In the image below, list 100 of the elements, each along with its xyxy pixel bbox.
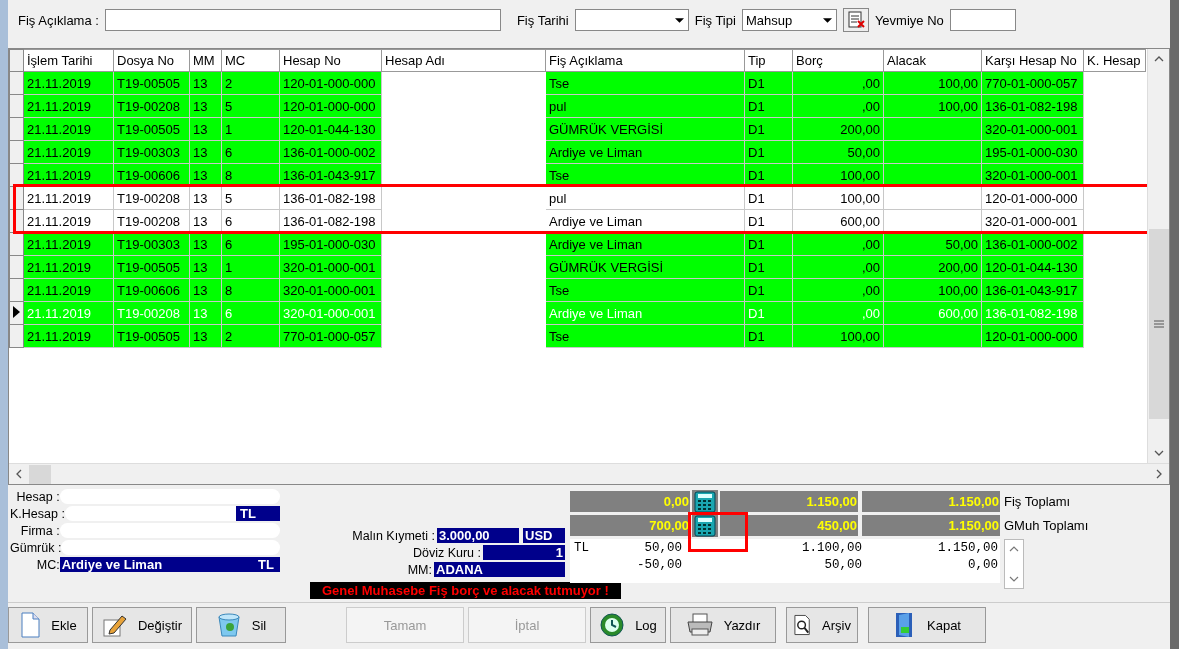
table-row[interactable]: 21.11.2019 T19-00505 13 1 320-01-000-001 GÜMRÜK VERGİSİ D1 ,00 200,00 120-01-044-130	[9, 255, 1146, 279]
currency-code: TL	[574, 540, 589, 555]
field-label: MM:	[407, 562, 432, 577]
grip-icon[interactable]	[1153, 320, 1164, 328]
horizontal-scrollbar[interactable]	[9, 463, 1169, 484]
action-button[interactable]: Kapat	[868, 607, 986, 643]
column-header[interactable]: Dosya No	[113, 49, 190, 72]
total-value: 1.150,00	[862, 491, 1000, 512]
scroll-left-icon[interactable]	[16, 469, 22, 479]
scroll-up-icon[interactable]	[1153, 56, 1164, 62]
table-cell: 320-01-000-001	[985, 121, 1078, 137]
table-cell: ,00	[861, 305, 880, 321]
table-cell: D1	[748, 259, 765, 275]
table-cell: 320-01-000-001	[985, 213, 1078, 229]
total-value: 1.150,00	[862, 515, 1000, 536]
calculator-icon[interactable]	[692, 514, 718, 537]
column-header[interactable]: Fiş Açıklama	[545, 49, 745, 72]
column-header[interactable]: Alacak	[883, 49, 982, 72]
column-header[interactable]: Tip	[744, 49, 793, 72]
balance-value: 0,00	[967, 557, 998, 572]
table-cell: 100,00	[938, 282, 978, 298]
column-header[interactable]: K. Hesap	[1083, 49, 1146, 72]
action-button[interactable]: Sil	[196, 607, 286, 643]
table-cell: 5	[225, 190, 233, 206]
table-cell: 13	[193, 305, 208, 321]
total-label: Fiş Toplamı	[1004, 494, 1071, 509]
table-cell: 320-01-000-001	[985, 167, 1078, 183]
value-field: 3.000,00	[437, 528, 519, 543]
table-cell: 21.11.2019	[27, 259, 92, 275]
table-row[interactable]: 21.11.2019 T19-00606 13 8 136-01-043-917 Tse D1 100,00 320-01-000-001	[9, 163, 1146, 187]
table-cell: 120-01-000-000	[283, 98, 376, 114]
table-cell: 21.11.2019	[27, 144, 92, 160]
table-cell: 120-01-000-000	[985, 190, 1078, 206]
table-cell: ,00	[861, 259, 880, 275]
column-header[interactable]: Borç	[792, 49, 884, 72]
table-cell: 13	[193, 259, 208, 275]
scroll-right-icon[interactable]	[1156, 469, 1162, 479]
table-cell: 600,00	[938, 305, 978, 321]
field-label: Yevmiye No	[874, 12, 944, 28]
table-row[interactable]: 21.11.2019 T19-00606 13 8 320-01-000-001 Tse D1 ,00 100,00 136-01-043-917	[9, 278, 1146, 302]
action-button[interactable]: Arşiv	[786, 607, 858, 643]
table-row[interactable]: 21.11.2019 T19-00505 13 1 120-01-044-130 GÜMRÜK VERGİSİ D1 200,00 320-01-000-001	[9, 117, 1146, 141]
dropdown-arrow-icon[interactable]	[822, 17, 832, 23]
type-dropdown[interactable]: Mahsup	[741, 9, 837, 31]
table-cell: 21.11.2019	[27, 305, 92, 321]
magnifier-icon	[793, 614, 813, 636]
scroll-down-icon[interactable]	[1153, 450, 1164, 456]
table-cell: 13	[193, 121, 208, 137]
table-row[interactable]: 21.11.2019 T19-00505 13 2 770-01-000-057 Tse D1 100,00 120-01-000-000	[9, 324, 1146, 348]
table-cell: D1	[748, 213, 765, 229]
table-row[interactable]: 21.11.2019 T19-00303 13 6 136-01-000-002 Ardiye ve Liman D1 50,00 195-01-000-030	[9, 140, 1146, 164]
scroll-thumb[interactable]	[29, 464, 51, 484]
field-label: Firma :	[19, 523, 60, 538]
column-header[interactable]: MC	[221, 49, 280, 72]
table-cell: T19-00505	[117, 259, 180, 275]
action-button[interactable]: Değiştir	[92, 607, 192, 643]
table-cell: 21.11.2019	[27, 75, 92, 91]
column-header[interactable]: İşlem Tarihi	[23, 49, 114, 72]
field-label: K.Hesap :	[10, 506, 65, 521]
table-cell: 136-01-043-917	[985, 282, 1078, 298]
action-button[interactable]: Log	[590, 607, 666, 643]
scroll-thumb[interactable]	[1148, 229, 1169, 419]
action-button[interactable]: Yazdır	[670, 607, 776, 643]
table-cell: 6	[225, 144, 233, 160]
table-cell: 13	[193, 328, 208, 344]
column-header[interactable]: Hesap Adı	[381, 49, 546, 72]
total-value: 450,00	[720, 515, 858, 536]
vertical-scrollbar[interactable]	[1147, 49, 1169, 463]
table-cell: ,00	[861, 98, 880, 114]
error-message: Genel Muhasebe Fiş borç ve alacak tutmuyor !	[310, 582, 621, 599]
column-header[interactable]: Hesap No	[279, 49, 382, 72]
table-row[interactable]: 21.11.2019 T19-00208 13 6 136-01-082-198 Ardiye ve Liman D1 600,00 320-01-000-001	[9, 209, 1146, 233]
dropdown-arrow-icon[interactable]	[674, 17, 684, 23]
calculator-icon[interactable]	[692, 490, 718, 513]
table-row[interactable]: 21.11.2019 T19-00505 13 2 120-01-000-000 Tse D1 ,00 100,00 770-01-000-057	[9, 71, 1146, 95]
table-cell: 8	[225, 282, 233, 298]
table-cell: D1	[748, 328, 765, 344]
table-cell: 13	[193, 282, 208, 298]
column-header[interactable]: Karşı Hesap No	[981, 49, 1084, 72]
action-button[interactable]: Ekle	[8, 607, 88, 643]
scroll-up-icon[interactable]	[1009, 546, 1019, 552]
table-cell: 13	[193, 75, 208, 91]
table-cell: 100,00	[938, 98, 978, 114]
column-header[interactable]: MM	[189, 49, 222, 72]
journal-field[interactable]	[949, 9, 1016, 31]
table-cell: D1	[748, 282, 765, 298]
table-cell: D1	[748, 305, 765, 321]
balance-value: 50,00	[823, 557, 862, 572]
table-row[interactable]: 21.11.2019 T19-00303 13 6 195-01-000-030 Ardiye ve Liman D1 ,00 50,00 136-01-000-002	[9, 232, 1146, 256]
table-cell: 50,00	[945, 236, 978, 252]
table-cell: 13	[193, 190, 208, 206]
table-cell: Tse	[549, 75, 570, 91]
description-field[interactable]	[104, 9, 501, 31]
table-row[interactable]: 21.11.2019 T19-00208 13 5 120-01-000-000 pul D1 ,00 100,00 136-01-082-198	[9, 94, 1146, 118]
scroll-down-icon[interactable]	[1009, 576, 1019, 582]
document-icon[interactable]	[842, 8, 869, 32]
table-row[interactable]: 21.11.2019 T19-00208 13 5 136-01-082-198 pul D1 100,00 120-01-000-000	[9, 186, 1146, 210]
value-field: Ardiye ve Liman TL	[59, 557, 280, 572]
table-cell: 5	[225, 98, 233, 114]
field-label: Gümrük :	[10, 540, 62, 555]
